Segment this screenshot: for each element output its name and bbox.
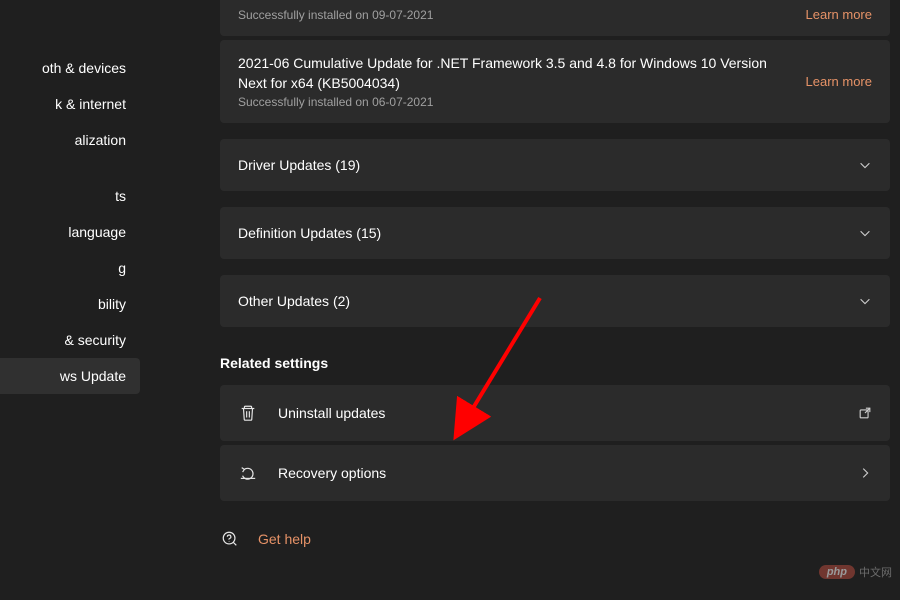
- recovery-icon: [238, 463, 258, 483]
- settings-sidebar: oth & devices k & internet alization ts …: [0, 0, 140, 600]
- learn-more-link[interactable]: Learn more: [806, 7, 872, 22]
- sidebar-item-bluetooth-devices[interactable]: oth & devices: [0, 50, 140, 86]
- expander-label: Other Updates (2): [238, 293, 350, 309]
- trash-icon: [238, 403, 258, 423]
- other-updates-expander[interactable]: Other Updates (2): [220, 275, 890, 327]
- definition-updates-expander[interactable]: Definition Updates (15): [220, 207, 890, 259]
- sidebar-item-gaming[interactable]: g: [0, 250, 140, 286]
- get-help-row[interactable]: Get help: [220, 505, 890, 569]
- update-history-item: 2021-06 Cumulative Update for .NET Frame…: [220, 40, 890, 123]
- update-title-text: 2021-06 Cumulative Update for .NET Frame…: [238, 54, 790, 93]
- expander-label: Definition Updates (15): [238, 225, 381, 241]
- sidebar-item-accounts[interactable]: ts: [0, 178, 140, 214]
- uninstall-updates-link[interactable]: Uninstall updates: [220, 385, 890, 441]
- watermark-text: 中文网: [859, 564, 892, 580]
- related-settings-heading: Related settings: [220, 355, 890, 371]
- sidebar-item-windows-update[interactable]: ws Update: [0, 358, 140, 394]
- watermark-badge: php: [819, 565, 855, 579]
- link-label: Uninstall updates: [278, 405, 838, 421]
- learn-more-link[interactable]: Learn more: [806, 74, 872, 89]
- watermark: php 中文网: [819, 564, 892, 580]
- sidebar-item-personalization[interactable]: alization: [0, 122, 140, 158]
- sidebar-item-privacy-security[interactable]: & security: [0, 322, 140, 358]
- link-label: Recovery options: [278, 465, 838, 481]
- open-external-icon: [858, 406, 872, 420]
- expander-label: Driver Updates (19): [238, 157, 360, 173]
- chevron-down-icon: [858, 226, 872, 240]
- get-help-link[interactable]: Get help: [258, 531, 311, 547]
- recovery-options-link[interactable]: Recovery options: [220, 445, 890, 501]
- update-history-item: Successfully installed on 09-07-2021 Lea…: [220, 0, 890, 36]
- chevron-down-icon: [858, 294, 872, 308]
- sidebar-item-accessibility[interactable]: bility: [0, 286, 140, 322]
- sidebar-item-network-internet[interactable]: k & internet: [0, 86, 140, 122]
- chevron-right-icon: [858, 466, 872, 480]
- update-status-text: Successfully installed on 09-07-2021: [238, 8, 790, 22]
- driver-updates-expander[interactable]: Driver Updates (19): [220, 139, 890, 191]
- main-content: Successfully installed on 09-07-2021 Lea…: [140, 0, 900, 600]
- help-icon: [220, 529, 240, 549]
- sidebar-item-time-language[interactable]: language: [0, 214, 140, 250]
- chevron-down-icon: [858, 158, 872, 172]
- update-status-text: Successfully installed on 06-07-2021: [238, 95, 790, 109]
- sidebar-item-apps[interactable]: [0, 158, 140, 178]
